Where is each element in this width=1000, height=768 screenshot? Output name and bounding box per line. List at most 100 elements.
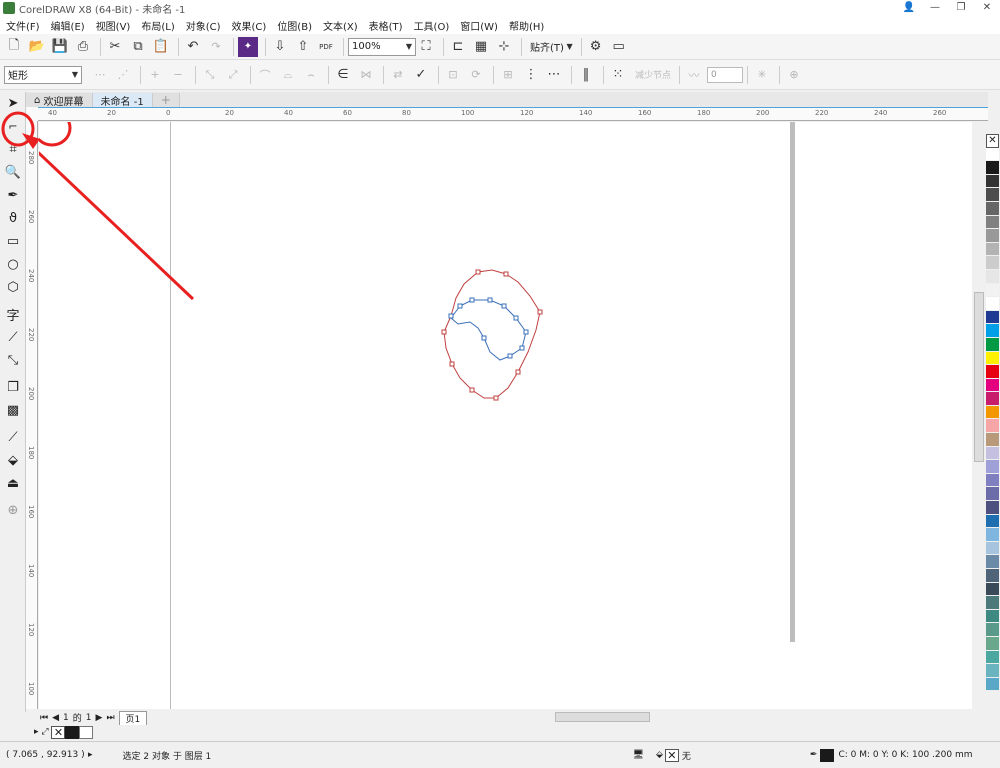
freehand-tool-icon[interactable]: ✒ — [0, 184, 26, 207]
close-button[interactable]: ✕ — [974, 0, 1000, 16]
delete-node-icon[interactable]: − — [168, 65, 188, 85]
color-swatch[interactable] — [986, 609, 999, 624]
menu-tools[interactable]: 工具(O) — [414, 18, 450, 33]
color-swatch[interactable] — [986, 433, 999, 447]
search-content-icon[interactable]: ✦ — [238, 36, 258, 57]
text-tool-icon[interactable]: 字 — [0, 303, 26, 326]
color-swatch[interactable] — [986, 269, 999, 284]
color-swatch[interactable] — [986, 283, 999, 298]
color-swatch[interactable] — [986, 351, 999, 366]
color-proof-icon[interactable]: 🖥 — [633, 750, 644, 760]
new-document-icon[interactable]: 🗋 — [4, 37, 24, 57]
menu-window[interactable]: 窗口(W) — [460, 18, 498, 33]
show-guidelines-icon[interactable]: ⊹ — [494, 37, 514, 57]
symmetrical-node-icon[interactable]: ⋈ — [356, 65, 376, 85]
color-swatch[interactable] — [986, 161, 999, 175]
object-type-select[interactable]: 矩形 ▼ — [4, 65, 82, 84]
color-swatch[interactable] — [986, 473, 999, 488]
color-swatch[interactable] — [986, 596, 999, 610]
menu-layout[interactable]: 布局(L) — [141, 18, 174, 33]
boundary-nodes-icon[interactable]: ✳ — [752, 65, 772, 85]
align-nodes-icon[interactable]: ⊞ — [498, 65, 518, 85]
application-launcher-icon[interactable]: ▭ — [609, 37, 629, 57]
open-folder-icon[interactable]: 📂 — [27, 37, 47, 57]
convert-to-curve-icon[interactable]: ⌓ — [278, 65, 298, 85]
color-swatch[interactable] — [986, 201, 999, 216]
shape-tool-icon[interactable]: ⌐ — [0, 115, 26, 138]
artistic-media-tool-icon[interactable]: ϑ — [0, 207, 26, 230]
fill-swatch[interactable]: ✕ — [664, 748, 679, 762]
color-swatch[interactable] — [986, 664, 999, 678]
paste-icon[interactable]: 📋 — [151, 37, 171, 57]
color-swatch[interactable] — [986, 297, 999, 311]
copy-icon[interactable]: ⧉ — [128, 37, 148, 57]
cusp-node-icon[interactable]: ⌢ — [301, 65, 321, 85]
show-rulers-icon[interactable]: ⊏ — [448, 37, 468, 57]
color-swatch[interactable] — [986, 582, 999, 597]
cut-icon[interactable]: ✂ — [105, 37, 125, 57]
menu-effects[interactable]: 效果(C) — [232, 18, 267, 33]
outline-color-swatch[interactable] — [820, 748, 835, 762]
color-swatch[interactable] — [986, 310, 999, 325]
menu-text[interactable]: 文本(X) — [323, 18, 358, 33]
export-icon[interactable]: ⇧ — [293, 37, 313, 57]
snap-to-dropdown[interactable]: 贴齐(T) ▼ — [530, 39, 573, 54]
undo-icon[interactable]: ↶ — [183, 37, 203, 57]
color-swatch[interactable] — [986, 555, 999, 569]
color-swatch[interactable] — [986, 487, 999, 502]
zoom-tool-icon[interactable]: 🔍 — [0, 161, 26, 184]
restore-button[interactable]: ❐ — [948, 0, 974, 16]
rotate-nodes-icon[interactable]: ⟳ — [466, 65, 486, 85]
vertical-scrollbar[interactable] — [973, 122, 985, 709]
color-swatch[interactable] — [986, 446, 999, 461]
parallel-dimension-tool-icon[interactable]: ⟋ — [0, 326, 26, 349]
pick-tool-icon[interactable]: ➤ — [0, 92, 26, 115]
add-node-icon[interactable]: + — [145, 65, 165, 85]
save-icon[interactable]: 💾 — [50, 37, 70, 57]
convert-to-line-icon[interactable]: ⌒ — [255, 65, 275, 85]
color-swatch[interactable] — [986, 324, 999, 338]
options-gear-icon[interactable]: ⚙ — [586, 37, 606, 57]
color-swatch[interactable] — [986, 392, 999, 406]
doc-white-swatch[interactable] — [79, 725, 94, 739]
color-swatch[interactable] — [986, 378, 999, 393]
menu-help[interactable]: 帮助(H) — [509, 18, 544, 33]
tab-welcome-screen[interactable]: ⌂ 欢迎屏幕 — [26, 93, 93, 108]
menu-table[interactable]: 表格(T) — [369, 18, 403, 33]
last-page-icon[interactable]: ⏭ — [106, 713, 114, 723]
color-swatch[interactable] — [986, 419, 999, 434]
vertical-ruler[interactable]: 280 260 240 220 200 180 160 140 120 100 — [26, 121, 38, 709]
drawing-canvas[interactable] — [39, 122, 972, 709]
color-swatch[interactable] — [986, 541, 999, 556]
redo-icon[interactable]: ↷ — [206, 37, 226, 57]
palette-arrow-icon[interactable]: ▸ ⤢ — [34, 727, 51, 737]
import-icon[interactable]: ⇩ — [270, 37, 290, 57]
color-swatch[interactable] — [986, 460, 999, 474]
selected-curve-inner[interactable] — [450, 299, 527, 361]
color-swatch[interactable] — [986, 501, 999, 515]
color-swatch[interactable] — [986, 365, 999, 379]
horizontal-scrollbar[interactable] — [530, 711, 970, 724]
menu-object[interactable]: 对象(C) — [186, 18, 221, 33]
extend-curve-icon[interactable]: ✓ — [411, 65, 431, 85]
interactive-fill-tool-icon[interactable]: ⬙ — [0, 449, 26, 472]
elastic-mode-icon[interactable]: ‖ — [576, 65, 596, 85]
vertical-reflect-icon[interactable]: ⋯ — [544, 65, 564, 85]
curve-smoothness-input[interactable]: 0 — [707, 66, 744, 83]
status-arrow-icon[interactable]: ▸ — [88, 750, 93, 760]
show-grid-icon[interactable]: ▦ — [471, 37, 491, 57]
color-swatch[interactable] — [986, 242, 999, 257]
doc-black-swatch[interactable] — [65, 725, 80, 739]
color-swatch[interactable] — [986, 337, 999, 352]
join-nodes-icon[interactable]: ⤡ — [200, 65, 220, 85]
transparency-tool-icon[interactable]: ▩ — [0, 399, 26, 422]
drop-shadow-tool-icon[interactable]: ❐ — [0, 376, 26, 399]
polygon-tool-icon[interactable]: ⬡ — [0, 276, 26, 299]
no-color-swatch[interactable]: ✕ — [986, 134, 999, 148]
color-swatch[interactable] — [986, 215, 999, 230]
horizontal-scroll-thumb[interactable] — [555, 712, 650, 722]
vertical-scroll-thumb[interactable] — [974, 292, 984, 462]
crop-tool-icon[interactable]: ⌗ — [0, 138, 26, 161]
color-swatch[interactable] — [986, 147, 999, 162]
menu-view[interactable]: 视图(V) — [96, 18, 131, 33]
